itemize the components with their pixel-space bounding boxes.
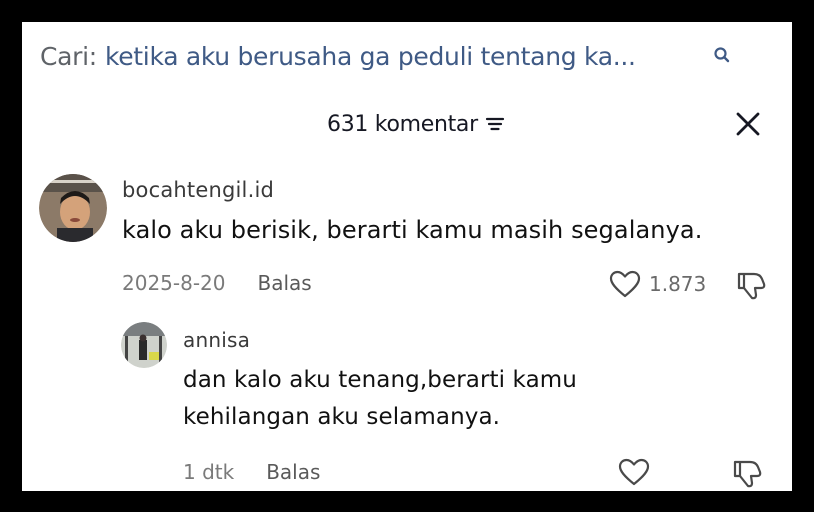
heart-icon[interactable] <box>618 458 650 486</box>
reply-time: 1 dtk <box>183 460 235 484</box>
comments-header: 631 komentar <box>22 108 792 140</box>
reply-text-line1: dan kalo aku tenang,berarti kamu <box>183 367 577 393</box>
reply-username[interactable]: annisa <box>183 328 250 352</box>
comment-meta: 2025-8-20 Balas <box>122 271 312 295</box>
comment-username[interactable]: bocahtengil.id <box>122 178 274 202</box>
comment-count-sort[interactable]: 631 komentar <box>327 108 506 140</box>
comment-text: kalo aku berisik, berarti kamu masih seg… <box>122 216 703 244</box>
avatar[interactable] <box>39 174 107 242</box>
filter-icon[interactable] <box>484 113 506 135</box>
like-button[interactable]: 1.873 <box>609 270 706 298</box>
dislike-icon[interactable] <box>730 458 764 490</box>
search-bar[interactable]: Cari: ketika aku berusaha ga peduli tent… <box>40 36 772 76</box>
reply-button[interactable]: Balas <box>258 271 312 295</box>
reply-button[interactable]: Balas <box>266 460 320 484</box>
heart-icon <box>609 270 641 298</box>
comments-sheet: Cari: ketika aku berusaha ga peduli tent… <box>22 22 792 491</box>
dislike-icon[interactable] <box>734 270 768 302</box>
comment-count: 631 komentar <box>327 111 478 137</box>
reply-meta: 1 dtk Balas <box>183 460 320 484</box>
like-count: 1.873 <box>649 272 707 296</box>
search-prefix: Cari: <box>40 41 97 71</box>
avatar[interactable] <box>121 322 167 368</box>
close-icon[interactable] <box>734 110 762 138</box>
search-query[interactable]: ketika aku berusaha ga peduli tentang ka… <box>105 42 636 71</box>
search-icon[interactable] <box>713 46 731 64</box>
comment-date: 2025-8-20 <box>122 271 226 295</box>
reply-text-line2: kehilangan aku selamanya. <box>183 404 501 430</box>
